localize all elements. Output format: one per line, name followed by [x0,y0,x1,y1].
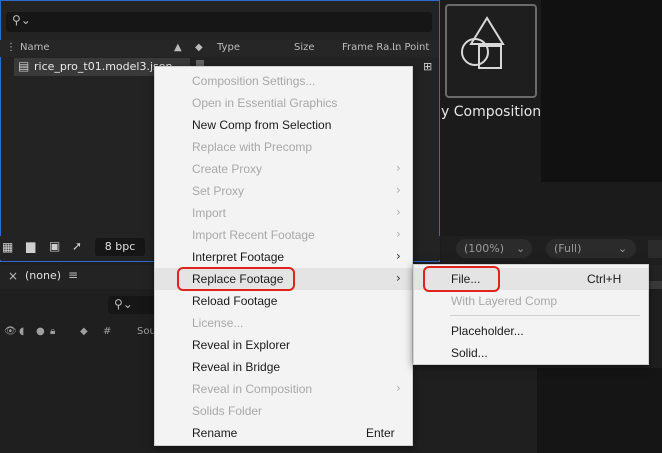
context-menu: Composition Settings... Open in Essential… [154,66,413,446]
close-icon[interactable]: × [8,269,18,283]
col-frame-rate[interactable]: Frame Ra... [342,42,399,53]
label-icon[interactable]: ◆ [80,326,88,337]
sort-arrow-icon[interactable]: ▲ [174,42,182,53]
menu-item-reveal-in-bridge[interactable]: Reveal in Bridge [155,356,412,378]
search-icon: ⚲⌄ [114,297,133,311]
interpret-footage-icon[interactable]: ▦ [2,240,13,254]
shortcut-label: Enter [366,426,395,440]
viewer-options-button[interactable] [648,240,662,258]
chevron-right-icon: › [396,205,401,219]
chevron-down-icon: ⌄ [618,242,628,255]
submenu-item-label: With Layered Comp [451,294,558,308]
file-icon: ▤ [18,59,30,73]
timeline-graph-area [537,368,662,453]
menu-item-label: Replace with Precomp [192,140,313,154]
col-in-point[interactable]: In Point [392,42,429,53]
menu-item-label: Reveal in Bridge [192,360,281,374]
menu-item-import: Import › [155,202,412,224]
menu-item-reveal-in-explorer[interactable]: Reveal in Explorer [155,334,412,356]
chevron-right-icon: › [396,249,401,263]
submenu-item-with-layered-comp: With Layered Comp [414,290,648,312]
menu-item-label: Reveal in Explorer [192,338,291,352]
col-size[interactable]: Size [294,42,315,53]
submenu-separator [450,315,640,316]
submenu-item-solid[interactable]: Solid... [414,342,648,364]
submenu-item-placeholder[interactable]: Placeholder... [414,320,648,342]
menu-item-label: Reveal in Composition [192,382,313,396]
shortcut-label: Ctrl+H [587,272,622,286]
menu-item-interpret-footage[interactable]: Interpret Footage › [155,246,412,268]
chevron-down-icon: ⌄ [516,242,526,255]
new-composition-label[interactable]: y Composition [441,104,541,120]
menu-item-label: Composition Settings... [192,74,316,88]
resolution-dropdown[interactable]: (Full) ⌄ [546,239,636,258]
menu-item-label: Set Proxy [192,184,245,198]
annotation-highlight-ring [177,267,295,291]
solo-icon[interactable]: ● [36,326,45,337]
search-icon: ⚲⌄ [12,13,31,27]
render-queue-icon[interactable]: ➚ [72,239,82,253]
col-type[interactable]: Type [217,42,240,53]
shapes-icon [461,16,505,69]
menu-item-new-comp-from-selection[interactable]: New Comp from Selection [155,114,412,136]
menu-item-label: Open in Essential Graphics [192,96,338,110]
resolution-value: (Full) [554,242,582,255]
menu-item-license: License... [155,312,412,334]
bpc-button[interactable]: 8 bpc [95,238,145,256]
label-tag-icon[interactable]: ◆ [195,42,203,53]
annotation-highlight-ring [423,266,500,292]
menu-item-label: License... [192,316,244,330]
menu-item-solids-folder: Solids Folder [155,400,412,422]
menu-item-label: New Comp from Selection [192,118,332,132]
menu-item-composition-settings: Composition Settings... [155,70,412,92]
col-name[interactable]: Name [20,42,50,53]
timeline-tab[interactable]: (none) [25,269,61,282]
chevron-right-icon: › [396,271,401,285]
audio-icon[interactable]: ◖ [19,326,24,337]
menu-item-label: Import [192,206,227,220]
menu-item-label: Import Recent Footage [192,228,315,242]
menu-item-rename[interactable]: Rename Enter [155,422,412,444]
menu-item-create-proxy: Create Proxy › [155,158,412,180]
col-source: Sou [137,326,156,337]
menu-item-open-in-essential-graphics: Open in Essential Graphics [155,92,412,114]
zoom-dropdown[interactable]: (100%) ⌄ [456,239,532,258]
submenu-item-label: Solid... [451,346,488,360]
menu-item-label: Rename [192,426,238,440]
chevron-right-icon: › [396,227,401,241]
new-comp-icon[interactable]: ▣ [49,239,60,253]
submenu-item-file[interactable]: File... Ctrl+H [414,266,648,292]
zoom-value: (100%) [464,242,505,255]
new-folder-icon[interactable]: ▆ [26,239,35,253]
col-hash: # [103,326,112,337]
menu-item-label: Reload Footage [192,294,278,308]
menu-item-set-proxy: Set Proxy › [155,180,412,202]
sort-handle: ⋮ [6,42,16,53]
menu-item-label: Create Proxy [192,162,263,176]
menu-item-reveal-in-composition: Reveal in Composition › [155,378,412,400]
chevron-right-icon: › [396,381,401,395]
menu-icon[interactable]: ≡ [68,268,78,282]
timeline-search-input[interactable]: ⚲⌄ [108,296,158,314]
submenu-item-label: Placeholder... [451,324,524,338]
viewer-dark-area [541,0,662,182]
chevron-right-icon: › [396,183,401,197]
menu-item-reload-footage[interactable]: Reload Footage [155,290,412,312]
new-composition-tile[interactable] [445,4,537,98]
menu-item-label: Interpret Footage [192,250,285,264]
menu-item-replace-footage[interactable]: Replace Footage › [155,267,412,291]
project-item-name: rice_pro_t01.model3.json [34,60,173,73]
replace-footage-submenu: File... Ctrl+H With Layered Comp Placeholde… [413,264,649,365]
chevron-right-icon: › [396,161,401,175]
menu-item-import-recent-footage: Import Recent Footage › [155,224,412,246]
project-column-header: ⋮ Name ▲ ◆ Type Size Frame Ra... In Poin… [0,40,438,57]
menu-item-label: Solids Folder [192,404,263,418]
visibility-icon[interactable]: 👁 [4,326,17,337]
flowchart-icon[interactable]: ⊞ [423,60,432,73]
project-search-input[interactable]: ⚲⌄ [6,12,432,32]
menu-item-replace-with-precomp: Replace with Precomp [155,136,412,158]
lock-icon[interactable]: 🔒︎ [50,326,55,337]
